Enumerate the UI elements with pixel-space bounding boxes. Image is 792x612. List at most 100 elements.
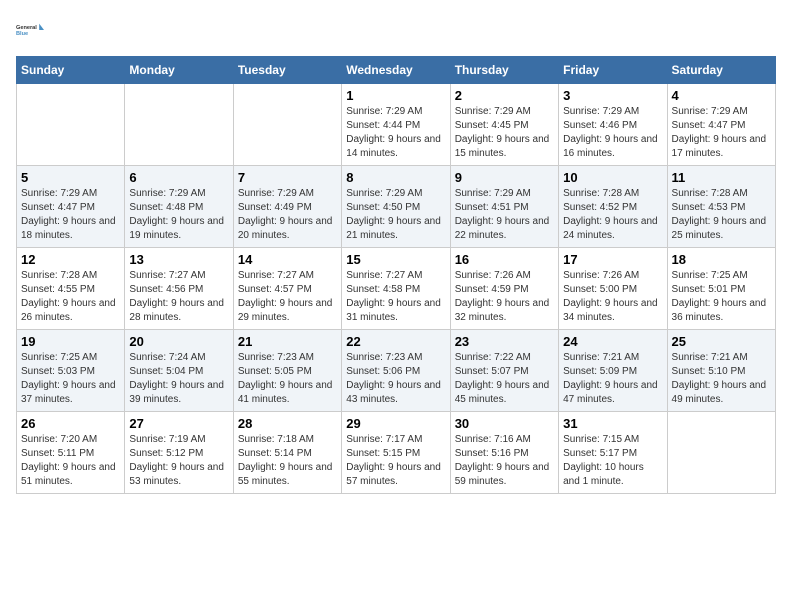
calendar-cell: 12Sunrise: 7:28 AM Sunset: 4:55 PM Dayli… (17, 248, 125, 330)
day-number: 23 (455, 334, 554, 349)
day-info: Sunrise: 7:17 AM Sunset: 5:15 PM Dayligh… (346, 433, 445, 489)
calendar-cell: 10 Sunrise: 7:28 AM Sunset: 4:52 PM Dayli… (559, 166, 667, 248)
calendar-cell: 4 Sunrise: 7:29 AM Sunset: 4:47 PM Daylig… (667, 84, 775, 166)
day-info: Sunrise: 7:28 AM Sunset: 4:52 PM Dayligh… (563, 187, 662, 243)
day-number: 18 (672, 252, 771, 267)
day-info: Sunrise: 7:20 AM Sunset: 5:11 PM Dayligh… (21, 433, 120, 489)
calendar-cell: 2Sunrise: 7:29 AM Sunset: 4:45 PM Daylig… (450, 84, 558, 166)
calendar-cell: 9 Sunrise: 7:29 AM Sunset: 4:51 PM Daylig… (450, 166, 558, 248)
day-number: 2 (455, 88, 554, 103)
day-number: 4 (672, 88, 771, 103)
day-info: Sunrise: 7:26 AM Sunset: 5:00 PM Dayligh… (563, 269, 662, 325)
calendar-cell: 8Sunrise: 7:29 AM Sunset: 4:50 PM Daylig… (342, 166, 450, 248)
day-number: 12 (21, 252, 120, 267)
calendar-cell: 11 Sunrise: 7:28 AM Sunset: 4:53 PM Dayli… (667, 166, 775, 248)
page-header: GeneralBlue (16, 16, 776, 44)
calendar-cell: 22 Sunrise: 7:23 AM Sunset: 5:06 PM Dayli… (342, 330, 450, 412)
day-info: Sunrise: 7:29 AM Sunset: 4:47 PM Dayligh… (672, 105, 771, 161)
day-number: 14 (238, 252, 337, 267)
calendar-cell: 16Sunrise: 7:26 AM Sunset: 4:59 PM Dayli… (450, 248, 558, 330)
week-row-5: 26 Sunrise: 7:20 AM Sunset: 5:11 PM Dayli… (17, 412, 776, 494)
day-number: 20 (129, 334, 228, 349)
calendar-cell: 1 Sunrise: 7:29 AM Sunset: 4:44 PM Daylig… (342, 84, 450, 166)
calendar-table: SundayMondayTuesdayWednesdayThursdayFrid… (16, 56, 776, 494)
day-info: Sunrise: 7:26 AM Sunset: 4:59 PM Dayligh… (455, 269, 554, 325)
day-info: Sunrise: 7:27 AM Sunset: 4:58 PM Dayligh… (346, 269, 445, 325)
day-info: Sunrise: 7:24 AM Sunset: 5:04 PM Dayligh… (129, 351, 228, 407)
day-number: 29 (346, 416, 445, 431)
calendar-cell: 25 Sunrise: 7:21 AM Sunset: 5:10 PM Dayli… (667, 330, 775, 412)
calendar-cell: 31 Sunrise: 7:15 AM Sunset: 5:17 PM Dayli… (559, 412, 667, 494)
calendar-cell: 5 Sunrise: 7:29 AM Sunset: 4:47 PM Daylig… (17, 166, 125, 248)
logo-icon: GeneralBlue (16, 16, 48, 44)
calendar-cell: 15 Sunrise: 7:27 AM Sunset: 4:58 PM Dayli… (342, 248, 450, 330)
day-number: 9 (455, 170, 554, 185)
day-info: Sunrise: 7:18 AM Sunset: 5:14 PM Dayligh… (238, 433, 337, 489)
day-number: 19 (21, 334, 120, 349)
day-header-saturday: Saturday (667, 57, 775, 84)
days-header-row: SundayMondayTuesdayWednesdayThursdayFrid… (17, 57, 776, 84)
week-row-1: 1 Sunrise: 7:29 AM Sunset: 4:44 PM Daylig… (17, 84, 776, 166)
calendar-cell (125, 84, 233, 166)
day-info: Sunrise: 7:23 AM Sunset: 5:06 PM Dayligh… (346, 351, 445, 407)
calendar-cell (667, 412, 775, 494)
day-header-friday: Friday (559, 57, 667, 84)
day-number: 26 (21, 416, 120, 431)
svg-text:Blue: Blue (16, 31, 28, 37)
calendar-cell: 19 Sunrise: 7:25 AM Sunset: 5:03 PM Dayli… (17, 330, 125, 412)
day-info: Sunrise: 7:22 AM Sunset: 5:07 PM Dayligh… (455, 351, 554, 407)
calendar-cell: 20 Sunrise: 7:24 AM Sunset: 5:04 PM Dayli… (125, 330, 233, 412)
day-number: 1 (346, 88, 445, 103)
logo: GeneralBlue (16, 16, 48, 44)
day-number: 17 (563, 252, 662, 267)
day-number: 22 (346, 334, 445, 349)
calendar-cell: 18Sunrise: 7:25 AM Sunset: 5:01 PM Dayli… (667, 248, 775, 330)
day-info: Sunrise: 7:29 AM Sunset: 4:47 PM Dayligh… (21, 187, 120, 243)
calendar-cell: 14Sunrise: 7:27 AM Sunset: 4:57 PM Dayli… (233, 248, 341, 330)
day-header-wednesday: Wednesday (342, 57, 450, 84)
day-number: 15 (346, 252, 445, 267)
calendar-cell: 13 Sunrise: 7:27 AM Sunset: 4:56 PM Dayli… (125, 248, 233, 330)
day-info: Sunrise: 7:29 AM Sunset: 4:51 PM Dayligh… (455, 187, 554, 243)
calendar-cell (233, 84, 341, 166)
calendar-cell (17, 84, 125, 166)
day-number: 6 (129, 170, 228, 185)
day-info: Sunrise: 7:29 AM Sunset: 4:49 PM Dayligh… (238, 187, 337, 243)
day-number: 5 (21, 170, 120, 185)
calendar-cell: 30Sunrise: 7:16 AM Sunset: 5:16 PM Dayli… (450, 412, 558, 494)
week-row-3: 12Sunrise: 7:28 AM Sunset: 4:55 PM Dayli… (17, 248, 776, 330)
week-row-4: 19 Sunrise: 7:25 AM Sunset: 5:03 PM Dayli… (17, 330, 776, 412)
day-number: 3 (563, 88, 662, 103)
day-number: 25 (672, 334, 771, 349)
day-header-tuesday: Tuesday (233, 57, 341, 84)
calendar-cell: 7Sunrise: 7:29 AM Sunset: 4:49 PM Daylig… (233, 166, 341, 248)
day-number: 13 (129, 252, 228, 267)
day-info: Sunrise: 7:27 AM Sunset: 4:56 PM Dayligh… (129, 269, 228, 325)
day-info: Sunrise: 7:19 AM Sunset: 5:12 PM Dayligh… (129, 433, 228, 489)
day-info: Sunrise: 7:16 AM Sunset: 5:16 PM Dayligh… (455, 433, 554, 489)
calendar-cell: 6Sunrise: 7:29 AM Sunset: 4:48 PM Daylig… (125, 166, 233, 248)
day-info: Sunrise: 7:29 AM Sunset: 4:44 PM Dayligh… (346, 105, 445, 161)
day-number: 24 (563, 334, 662, 349)
day-info: Sunrise: 7:21 AM Sunset: 5:10 PM Dayligh… (672, 351, 771, 407)
day-number: 31 (563, 416, 662, 431)
day-info: Sunrise: 7:21 AM Sunset: 5:09 PM Dayligh… (563, 351, 662, 407)
day-header-monday: Monday (125, 57, 233, 84)
day-number: 28 (238, 416, 337, 431)
day-info: Sunrise: 7:25 AM Sunset: 5:03 PM Dayligh… (21, 351, 120, 407)
day-header-thursday: Thursday (450, 57, 558, 84)
calendar-cell: 21Sunrise: 7:23 AM Sunset: 5:05 PM Dayli… (233, 330, 341, 412)
calendar-cell: 3 Sunrise: 7:29 AM Sunset: 4:46 PM Daylig… (559, 84, 667, 166)
calendar-cell: 28 Sunrise: 7:18 AM Sunset: 5:14 PM Dayli… (233, 412, 341, 494)
calendar-cell: 27Sunrise: 7:19 AM Sunset: 5:12 PM Dayli… (125, 412, 233, 494)
day-number: 11 (672, 170, 771, 185)
week-row-2: 5 Sunrise: 7:29 AM Sunset: 4:47 PM Daylig… (17, 166, 776, 248)
calendar-cell: 17 Sunrise: 7:26 AM Sunset: 5:00 PM Dayli… (559, 248, 667, 330)
day-info: Sunrise: 7:29 AM Sunset: 4:46 PM Dayligh… (563, 105, 662, 161)
day-info: Sunrise: 7:15 AM Sunset: 5:17 PM Dayligh… (563, 433, 662, 489)
day-header-sunday: Sunday (17, 57, 125, 84)
calendar-cell: 29 Sunrise: 7:17 AM Sunset: 5:15 PM Dayli… (342, 412, 450, 494)
day-info: Sunrise: 7:28 AM Sunset: 4:53 PM Dayligh… (672, 187, 771, 243)
day-number: 10 (563, 170, 662, 185)
calendar-cell: 24 Sunrise: 7:21 AM Sunset: 5:09 PM Dayli… (559, 330, 667, 412)
